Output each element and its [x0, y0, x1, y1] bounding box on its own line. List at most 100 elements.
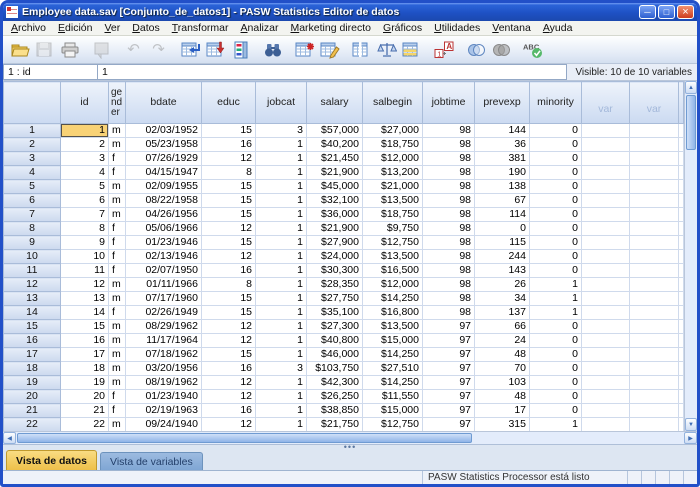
grid-corner-cell[interactable] [4, 82, 61, 124]
data-cell[interactable]: 12 [202, 334, 256, 348]
data-cell[interactable]: m [109, 138, 126, 152]
data-cell[interactable] [630, 194, 679, 208]
data-cell[interactable] [582, 166, 630, 180]
data-cell[interactable]: 244 [475, 250, 530, 264]
row-header-21[interactable]: 21 [4, 404, 61, 418]
data-cell[interactable]: f [109, 306, 126, 320]
data-cell[interactable]: 98 [423, 166, 475, 180]
row-header-16[interactable]: 16 [4, 334, 61, 348]
data-cell[interactable]: 1 [256, 236, 307, 250]
data-cell[interactable]: $11,550 [363, 390, 423, 404]
data-cell[interactable]: $40,800 [307, 334, 363, 348]
row-header-15[interactable]: 15 [4, 320, 61, 334]
menu-analizar[interactable]: Analizar [235, 22, 285, 34]
data-cell[interactable]: 16 [202, 362, 256, 376]
data-cell[interactable] [630, 306, 679, 320]
data-cell[interactable]: 97 [423, 390, 475, 404]
data-cell[interactable]: $18,750 [363, 208, 423, 222]
weight-cases-icon[interactable] [374, 38, 399, 61]
column-header-bdate[interactable]: bdate [126, 82, 202, 124]
data-cell[interactable]: 67 [475, 194, 530, 208]
data-cell[interactable]: 15 [202, 348, 256, 362]
data-cell[interactable]: 1 [256, 306, 307, 320]
column-header-prevexp[interactable]: prevexp [475, 82, 530, 124]
data-cell[interactable]: 0 [530, 320, 582, 334]
data-cell[interactable]: m [109, 208, 126, 222]
data-cell[interactable] [630, 376, 679, 390]
data-cell[interactable]: $32,100 [307, 194, 363, 208]
data-cell[interactable]: 0 [530, 124, 582, 138]
data-cell[interactable]: 98 [423, 292, 475, 306]
data-cell[interactable]: 0 [530, 348, 582, 362]
data-cell[interactable] [630, 404, 679, 418]
data-cell[interactable]: $13,500 [363, 194, 423, 208]
data-cell[interactable]: $16,500 [363, 264, 423, 278]
data-cell[interactable]: 11/17/1964 [126, 334, 202, 348]
row-header-4[interactable]: 4 [4, 166, 61, 180]
data-cell[interactable] [630, 418, 679, 432]
data-cell[interactable]: 0 [530, 236, 582, 250]
data-cell[interactable] [630, 250, 679, 264]
data-cell[interactable]: $57,000 [307, 124, 363, 138]
data-cell[interactable] [582, 180, 630, 194]
data-cell[interactable]: 97 [423, 362, 475, 376]
data-cell[interactable]: 97 [423, 334, 475, 348]
data-cell[interactable]: 13 [61, 292, 109, 306]
tab-vista-de-datos[interactable]: Vista de datos [6, 450, 97, 470]
data-cell[interactable]: 0 [530, 390, 582, 404]
data-cell[interactable] [630, 278, 679, 292]
data-cell[interactable]: 12 [202, 320, 256, 334]
data-cell[interactable]: 2 [61, 138, 109, 152]
data-cell[interactable]: 3 [256, 362, 307, 376]
data-cell[interactable]: $13,500 [363, 320, 423, 334]
data-cell[interactable]: 98 [423, 306, 475, 320]
data-cell[interactable]: $27,900 [307, 236, 363, 250]
data-cell[interactable]: 98 [423, 138, 475, 152]
data-cell[interactable] [582, 362, 630, 376]
data-cell[interactable]: $13,500 [363, 250, 423, 264]
data-cell[interactable]: 36 [475, 138, 530, 152]
data-cell[interactable]: 97 [423, 418, 475, 432]
column-header-var-10[interactable]: var [582, 82, 630, 124]
data-cell[interactable]: 1 [256, 166, 307, 180]
data-cell[interactable]: 1 [61, 124, 109, 138]
menu-archivo[interactable]: Archivo [5, 22, 52, 34]
value-labels-icon[interactable]: 1A [431, 38, 456, 61]
data-cell[interactable]: 9 [61, 236, 109, 250]
column-header-salbegin[interactable]: salbegin [363, 82, 423, 124]
find-icon[interactable] [260, 38, 285, 61]
row-header-22[interactable]: 22 [4, 418, 61, 432]
column-header-educ[interactable]: educ [202, 82, 256, 124]
data-cell[interactable] [582, 250, 630, 264]
data-cell[interactable]: 08/19/1962 [126, 376, 202, 390]
column-header-var-11[interactable]: var [630, 82, 679, 124]
data-cell[interactable] [582, 124, 630, 138]
data-cell[interactable]: 97 [423, 348, 475, 362]
data-cell[interactable]: 138 [475, 180, 530, 194]
data-cell[interactable]: m [109, 194, 126, 208]
data-cell[interactable]: 07/26/1929 [126, 152, 202, 166]
data-cell[interactable]: 19 [61, 376, 109, 390]
data-cell[interactable] [582, 236, 630, 250]
data-cell[interactable]: 1 [530, 418, 582, 432]
data-cell[interactable]: 1 [256, 292, 307, 306]
data-cell[interactable]: $21,900 [307, 222, 363, 236]
data-cell[interactable]: 15 [61, 320, 109, 334]
data-cell[interactable]: 114 [475, 208, 530, 222]
data-cell[interactable]: 08/29/1962 [126, 320, 202, 334]
menu-edicion[interactable]: Edición [52, 22, 98, 34]
data-cell[interactable]: 190 [475, 166, 530, 180]
data-cell[interactable]: 98 [423, 278, 475, 292]
data-cell[interactable]: $36,000 [307, 208, 363, 222]
data-cell[interactable]: f [109, 404, 126, 418]
row-header-12[interactable]: 12 [4, 278, 61, 292]
data-cell[interactable]: f [109, 390, 126, 404]
data-cell[interactable]: $16,800 [363, 306, 423, 320]
data-cell[interactable]: 97 [423, 320, 475, 334]
data-cell[interactable]: 15 [202, 236, 256, 250]
data-cell[interactable]: $13,200 [363, 166, 423, 180]
menu-transformar[interactable]: Transformar [166, 22, 235, 34]
menu-utilidades[interactable]: Utilidades [428, 22, 486, 34]
data-cell[interactable]: 34 [475, 292, 530, 306]
data-cell[interactable] [630, 362, 679, 376]
